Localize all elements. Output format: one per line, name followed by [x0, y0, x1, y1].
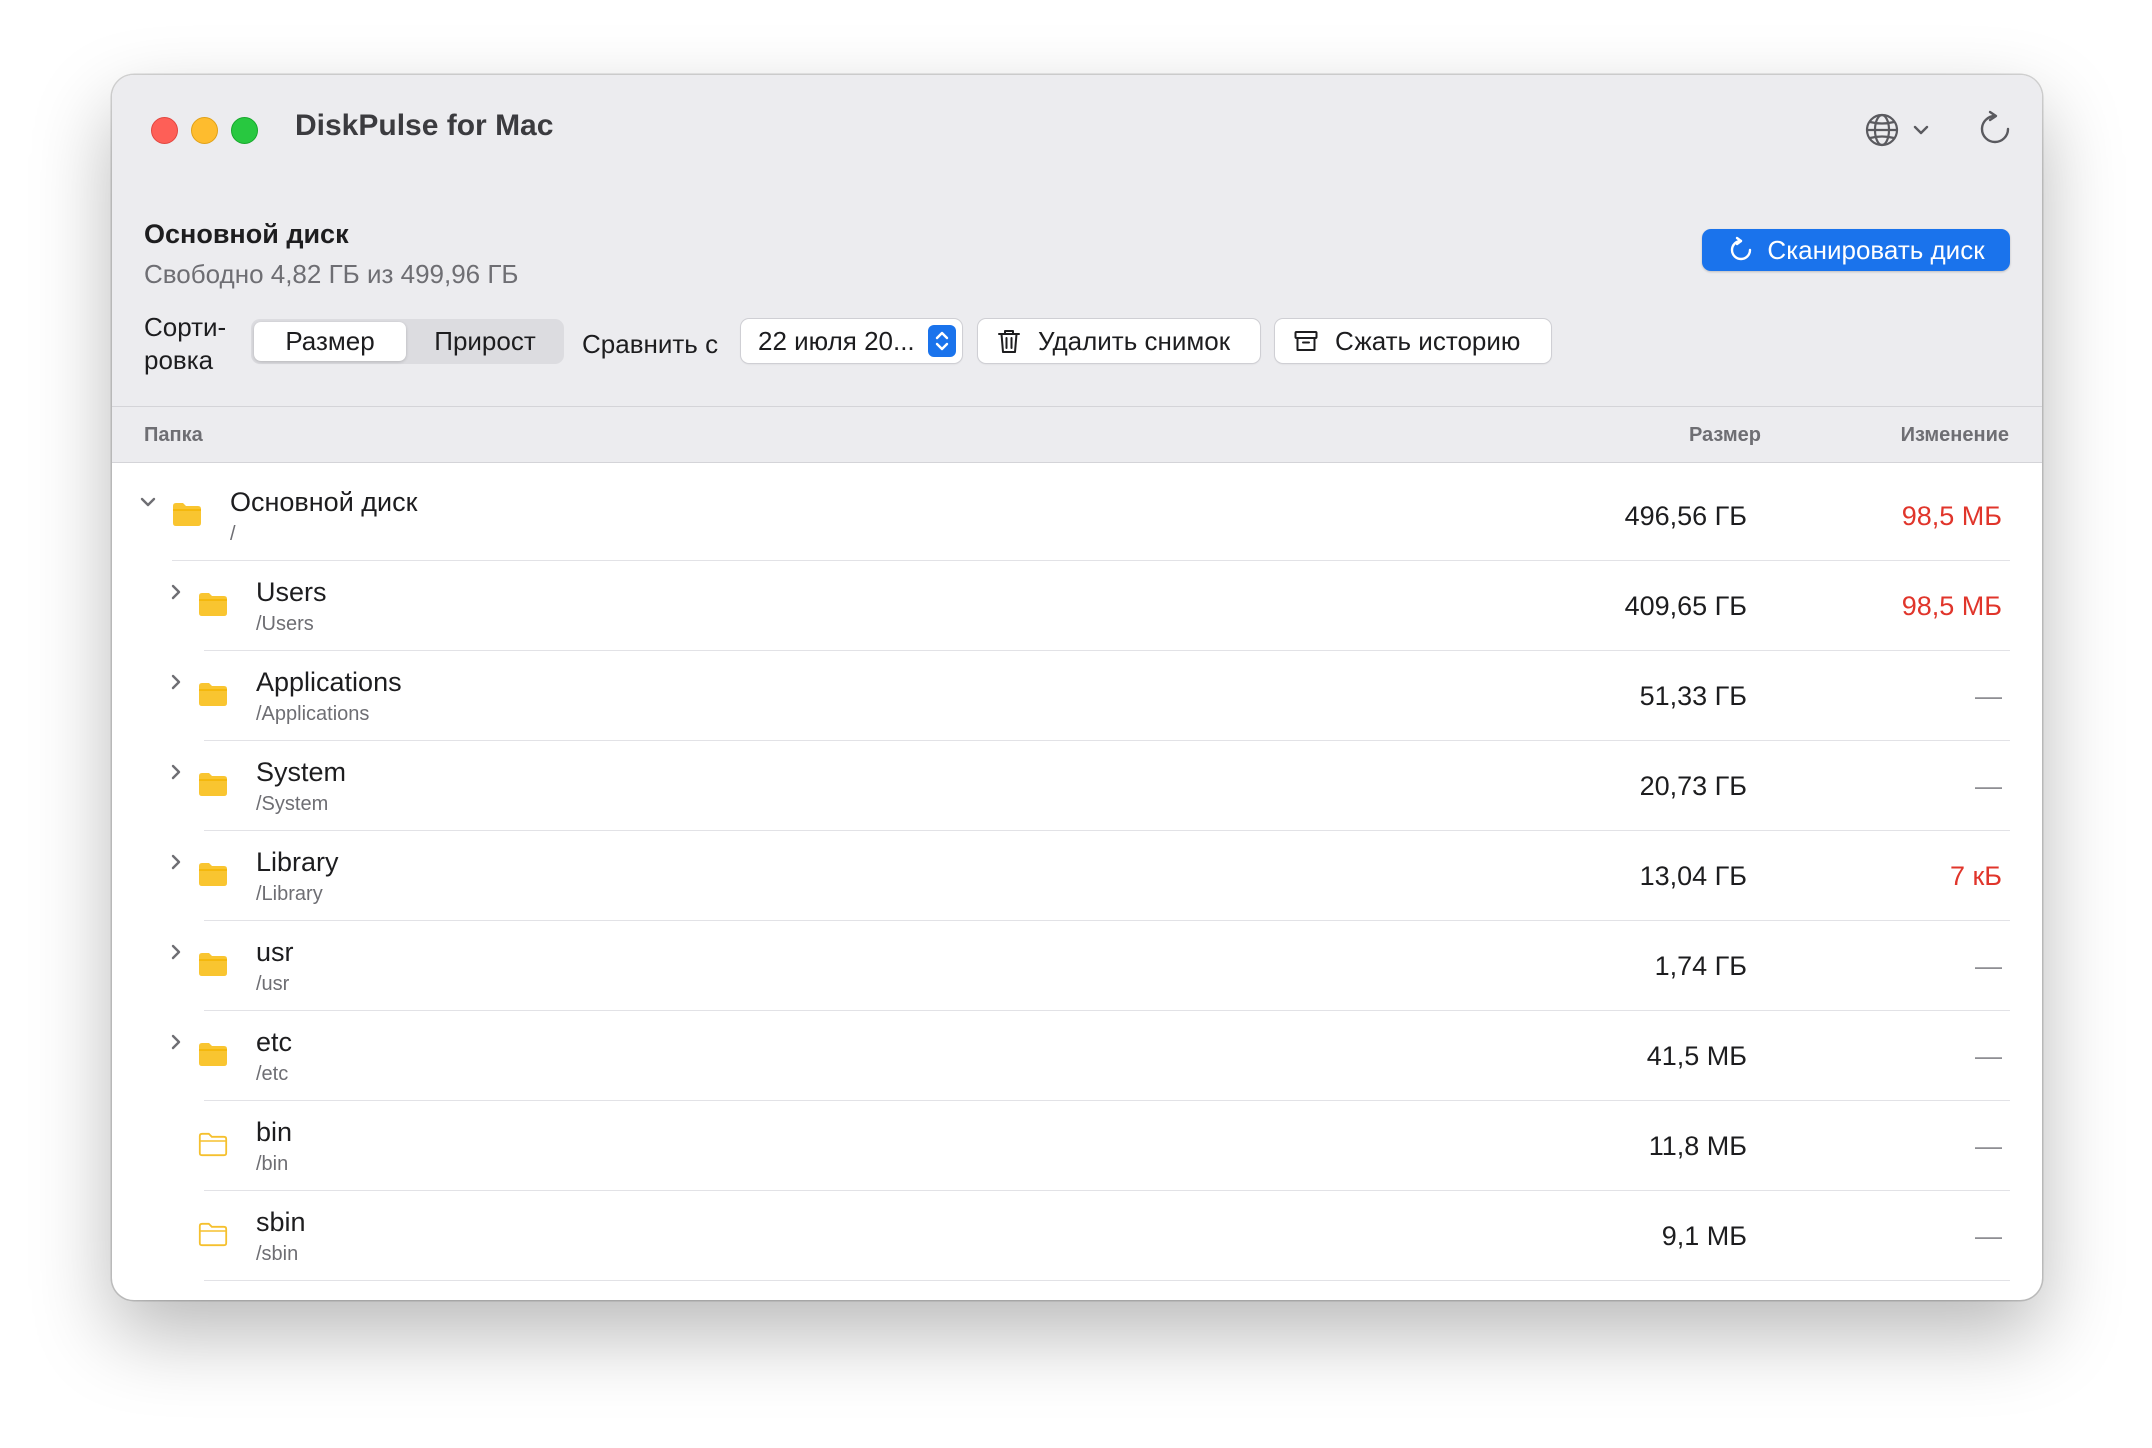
- folder-icon: [199, 773, 227, 796]
- folder-name: System: [256, 757, 347, 787]
- chevron-right-icon[interactable]: [167, 943, 185, 961]
- folder-size: 11,8 МБ: [1648, 1131, 1747, 1161]
- chevron-down-icon[interactable]: [1912, 121, 1930, 139]
- column-header-folder[interactable]: Папка: [144, 424, 203, 447]
- folder-size: 496,56 ГБ: [1624, 501, 1747, 531]
- compress-history-button[interactable]: Сжать историю: [1275, 319, 1551, 363]
- folder-size: 13,04 ГБ: [1639, 861, 1747, 891]
- folder-change: 7 кБ: [1949, 861, 2002, 891]
- folder-path: /sbin: [256, 1243, 299, 1265]
- table-row[interactable]: etc /etc 41,5 МБ —: [112, 1011, 2042, 1101]
- folder-name: bin: [256, 1117, 293, 1147]
- compress-history-label: Сжать историю: [1335, 325, 1521, 356]
- folder-outline-icon: [198, 1222, 228, 1247]
- table-header: Папка Размер Изменение: [112, 407, 2042, 463]
- folder-path: /Applications: [256, 703, 370, 725]
- zoom-window-button[interactable]: [231, 117, 258, 144]
- folder-size: 41,5 МБ: [1646, 1041, 1747, 1071]
- sort-label: Сорти- ровка: [144, 312, 227, 375]
- table-row[interactable]: bin /bin 11,8 МБ —: [112, 1101, 2042, 1191]
- app-window: DiskPulse for Mac Основной диск Свободно…: [112, 75, 2042, 1300]
- sort-by-growth[interactable]: Прирост: [409, 322, 561, 361]
- table-row[interactable]: Users /Users 409,65 ГБ 98,5 МБ: [112, 561, 2042, 651]
- chevron-right-icon[interactable]: [167, 853, 185, 871]
- folder-icon: [199, 593, 227, 616]
- window-title: DiskPulse for Mac: [295, 109, 554, 142]
- column-header-change[interactable]: Изменение: [1901, 424, 2009, 447]
- folder-size: 20,73 ГБ: [1639, 771, 1747, 801]
- folder-size: 51,33 ГБ: [1639, 681, 1747, 711]
- title-bar: DiskPulse for Mac: [112, 75, 2042, 182]
- table-row[interactable]: usr /usr 1,74 ГБ —: [112, 921, 2042, 1011]
- folder-change: 98,5 МБ: [1901, 501, 2002, 531]
- table-row[interactable]: Applications /Applications 51,33 ГБ —: [112, 651, 2042, 741]
- minimize-window-button[interactable]: [191, 117, 218, 144]
- folder-name: Library: [256, 847, 339, 877]
- delete-snapshot-label: Удалить снимок: [1038, 325, 1231, 356]
- folder-change: —: [1975, 1041, 2002, 1071]
- chevron-right-icon[interactable]: [167, 1033, 185, 1051]
- disk-toolbar: Основной диск Свободно 4,82 ГБ из 499,96…: [112, 181, 2042, 407]
- folder-icon: [199, 953, 227, 976]
- folder-change: —: [1975, 1131, 2002, 1161]
- chevron-right-icon[interactable]: [167, 763, 185, 781]
- globe-icon[interactable]: [1862, 110, 1902, 150]
- column-header-size[interactable]: Размер: [1689, 424, 1761, 447]
- folder-name: sbin: [256, 1207, 306, 1237]
- chevron-right-icon[interactable]: [167, 673, 185, 691]
- folder-path: /: [230, 523, 236, 545]
- scan-disk-button[interactable]: Сканировать диск: [1702, 229, 2010, 271]
- table-row[interactable]: Library /Library 13,04 ГБ 7 кБ: [112, 831, 2042, 921]
- folder-path: /Library: [256, 883, 323, 905]
- chevron-down-icon[interactable]: [139, 493, 157, 511]
- folder-change: 98,5 МБ: [1901, 591, 2002, 621]
- folder-icon: [199, 1043, 227, 1066]
- disk-free-space: Свободно 4,82 ГБ из 499,96 ГБ: [144, 259, 519, 289]
- folder-path: /etc: [256, 1063, 289, 1085]
- table-row[interactable]: sbin /sbin 9,1 МБ —: [112, 1191, 2042, 1281]
- folder-change: —: [1975, 681, 2002, 711]
- folder-path: /System: [256, 793, 329, 815]
- disk-title: Основной диск: [144, 219, 349, 249]
- folder-name: Основной диск: [230, 487, 418, 517]
- archive-box-icon: [1294, 331, 1318, 351]
- refresh-icon: [1731, 236, 1752, 261]
- folder-change: —: [1975, 1221, 2002, 1251]
- folder-path: /bin: [256, 1153, 289, 1175]
- folder-size: 409,65 ГБ: [1624, 591, 1747, 621]
- folder-icon: [199, 863, 227, 886]
- sort-segmented-control: Размер Прирост: [251, 319, 564, 364]
- scan-disk-label: Сканировать диск: [1767, 234, 1985, 265]
- folder-outline-icon: [198, 1132, 228, 1157]
- folder-icon: [173, 503, 201, 526]
- up-down-stepper-icon[interactable]: [928, 325, 956, 357]
- close-window-button[interactable]: [151, 117, 178, 144]
- refresh-icon[interactable]: [1974, 108, 2016, 150]
- table-row[interactable]: Основной диск / 496,56 ГБ 98,5 МБ: [112, 471, 2042, 561]
- compare-date-value: 22 июля 20...: [758, 326, 915, 356]
- folder-change: —: [1975, 951, 2002, 981]
- delete-snapshot-button[interactable]: Удалить снимок: [978, 319, 1260, 363]
- chevron-right-icon[interactable]: [167, 583, 185, 601]
- compare-label: Сравнить с: [582, 329, 719, 359]
- folder-name: etc: [256, 1027, 293, 1057]
- folder-name: Users: [256, 577, 327, 607]
- compare-date-picker[interactable]: 22 июля 20...: [741, 319, 962, 363]
- folder-path: /usr: [256, 973, 290, 995]
- folder-change: —: [1975, 771, 2002, 801]
- table-row[interactable]: System /System 20,73 ГБ —: [112, 741, 2042, 831]
- folder-size: 1,74 ГБ: [1654, 951, 1747, 981]
- folder-size: 9,1 МБ: [1661, 1221, 1747, 1251]
- sort-by-size[interactable]: Размер: [254, 322, 406, 361]
- trash-icon: [998, 330, 1020, 353]
- folder-name: Applications: [256, 667, 402, 697]
- folder-path: /Users: [256, 613, 314, 635]
- folder-icon: [199, 683, 227, 706]
- folder-name: usr: [256, 937, 294, 967]
